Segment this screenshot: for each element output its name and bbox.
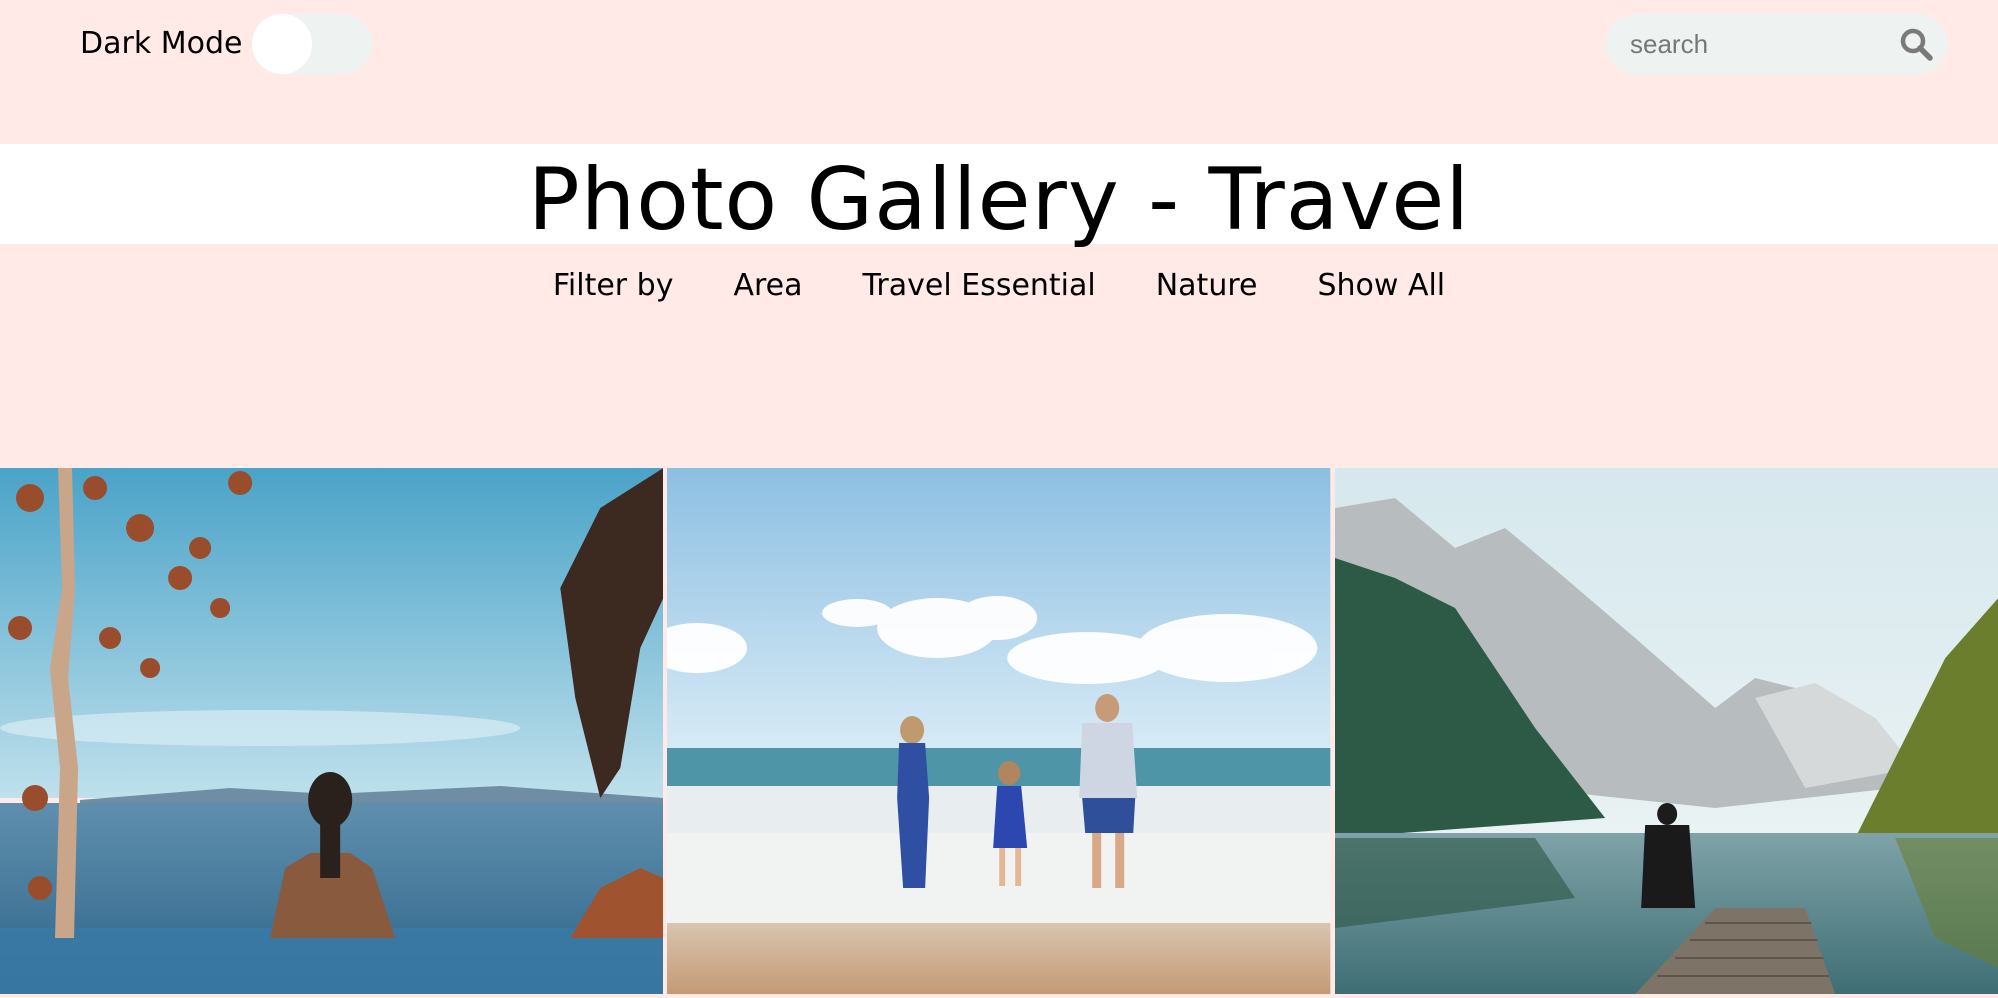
search-box <box>1606 14 1948 74</box>
gallery-photo-pool[interactable] <box>0 468 664 994</box>
filter-travel-essential-button[interactable]: Travel Essential <box>863 266 1096 306</box>
search-icon[interactable] <box>1898 26 1934 62</box>
filter-show-all-button[interactable]: Show All <box>1317 266 1445 306</box>
filter-bar: Filter by Area Travel Essential Nature S… <box>0 266 1998 306</box>
search-input[interactable] <box>1630 24 1890 64</box>
top-bar: Dark Mode <box>0 0 1998 144</box>
filter-nature-button[interactable]: Nature <box>1156 266 1258 306</box>
gallery-photo-lake[interactable] <box>1334 468 1998 994</box>
page-title: Photo Gallery - Travel <box>527 150 1471 250</box>
photo-gallery <box>0 468 1998 994</box>
filter-area-button[interactable]: Area <box>733 266 802 306</box>
dark-mode-toggle[interactable] <box>252 14 372 74</box>
dark-mode-label: Dark Mode <box>80 26 243 61</box>
gallery-photo-beach[interactable] <box>667 468 1331 994</box>
filter-label: Filter by <box>552 268 674 303</box>
toggle-knob <box>252 14 312 74</box>
